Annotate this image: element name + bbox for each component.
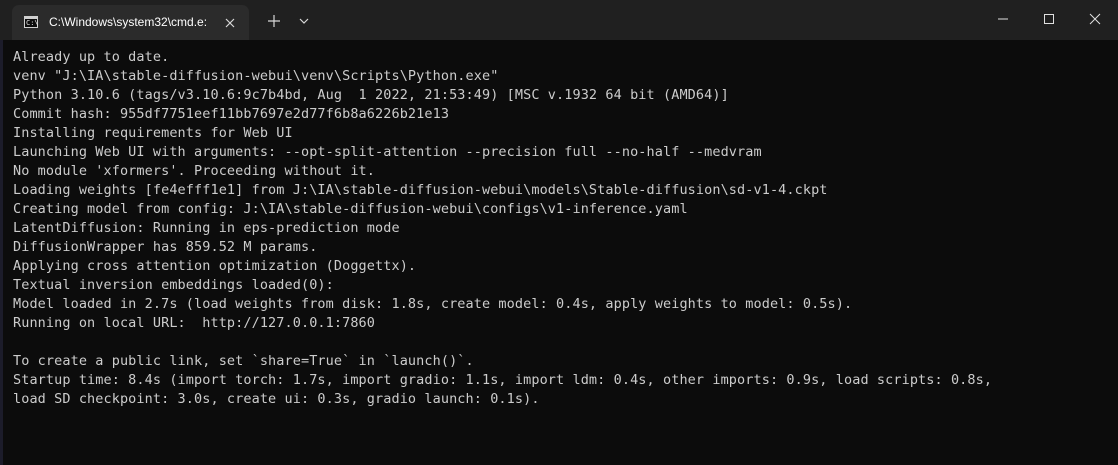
close-icon xyxy=(1089,13,1101,25)
terminal-icon-glyph: C:\ xyxy=(26,19,39,27)
terminal-line: Model loaded in 2.7s (load weights from … xyxy=(13,296,853,312)
terminal-line: Launching Web UI with arguments: --opt-s… xyxy=(13,144,762,160)
terminal-line: Textual inversion embeddings loaded(0): xyxy=(13,277,334,293)
terminal-line: Loading weights [fe4efff1e1] from J:\IA\… xyxy=(13,182,828,198)
tab-title: C:\Windows\system32\cmd.e: xyxy=(49,15,208,29)
maximize-button[interactable] xyxy=(1026,0,1072,38)
title-bar[interactable]: C:\ C:\Windows\system32\cmd.e: xyxy=(0,0,1118,40)
terminal-line: Already up to date. xyxy=(13,49,170,65)
terminal-line: DiffusionWrapper has 859.52 M params. xyxy=(13,239,318,255)
chevron-down-icon[interactable] xyxy=(294,11,314,31)
close-tab-icon[interactable] xyxy=(220,13,240,33)
terminal-icon: C:\ xyxy=(24,16,39,28)
terminal-line: Commit hash: 955df7751eef11bb7697e2d77f6… xyxy=(13,106,450,122)
minimize-icon xyxy=(998,18,1008,20)
maximize-icon xyxy=(1044,14,1054,24)
terminal-line: Running on local URL: http://127.0.0.1:7… xyxy=(13,315,376,331)
terminal-line: Applying cross attention optimization (D… xyxy=(13,258,417,274)
terminal-line: LatentDiffusion: Running in eps-predicti… xyxy=(13,220,400,236)
terminal-line: load SD checkpoint: 3.0s, create ui: 0.3… xyxy=(13,391,540,407)
new-tab-plus-icon[interactable] xyxy=(262,11,286,31)
tab-cmd[interactable]: C:\ C:\Windows\system32\cmd.e: xyxy=(12,5,249,40)
terminal-line: Installing requirements for Web UI xyxy=(13,125,293,141)
terminal-line: To create a public link, set `share=True… xyxy=(13,353,474,369)
close-window-button[interactable] xyxy=(1072,0,1118,38)
terminal-line: No module 'xformers'. Proceeding without… xyxy=(13,163,376,179)
terminal-line: Creating model from config: J:\IA\stable… xyxy=(13,201,688,217)
terminal-line: venv "J:\IA\stable-diffusion-webui\venv\… xyxy=(13,68,499,84)
minimize-button[interactable] xyxy=(980,0,1026,38)
terminal-output[interactable]: Already up to date. venv "J:\IA\stable-d… xyxy=(3,40,1118,465)
terminal-line: Startup time: 8.4s (import torch: 1.7s, … xyxy=(13,372,993,388)
terminal-line: Python 3.10.6 (tags/v3.10.6:9c7b4bd, Aug… xyxy=(13,87,729,103)
